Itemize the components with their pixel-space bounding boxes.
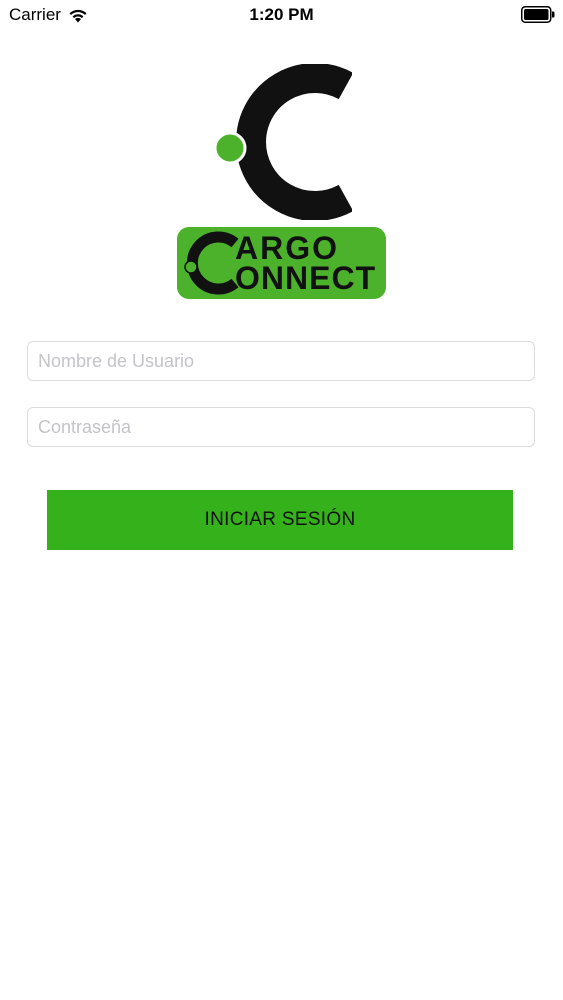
badge-c-logo-icon <box>184 231 239 295</box>
status-time: 1:20 PM <box>249 5 314 24</box>
cargo-connect-logo-icon <box>213 64 352 220</box>
battery-icon <box>521 6 555 23</box>
password-input[interactable] <box>27 407 535 447</box>
login-screen: Carrier 1:20 PM ARGO ONNECT INICIAR SESI… <box>0 0 563 1000</box>
username-input[interactable] <box>27 341 535 381</box>
login-button[interactable]: INICIAR SESIÓN <box>47 490 513 550</box>
brand-word-connect: ONNECT <box>235 260 377 296</box>
status-bar: Carrier 1:20 PM <box>0 0 563 30</box>
brand-word-cargo: ARGO <box>235 230 339 266</box>
brand-badge: ARGO ONNECT <box>177 227 386 299</box>
